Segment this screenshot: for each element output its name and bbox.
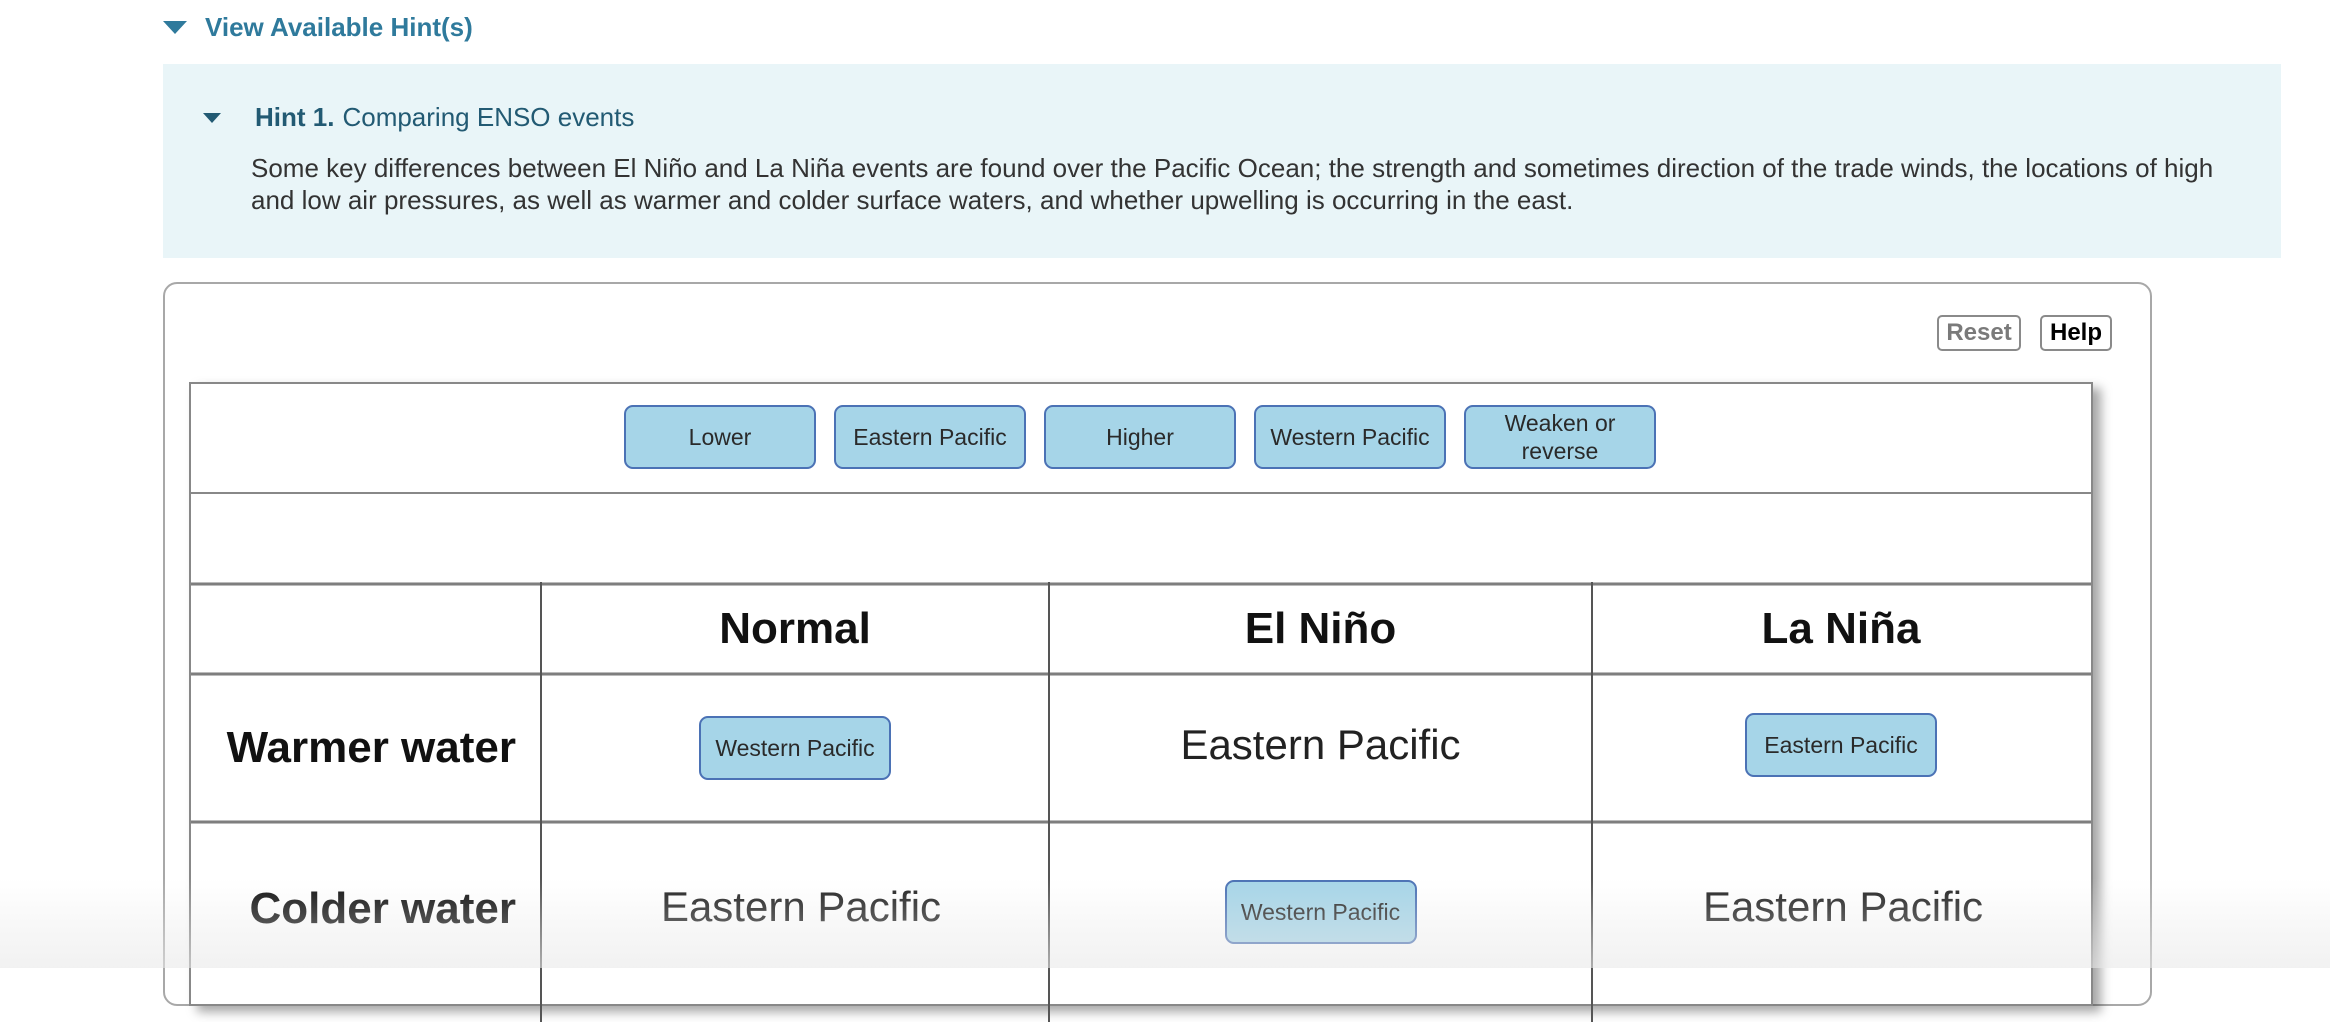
- caret-down-icon: [203, 112, 221, 123]
- label-chip[interactable]: Weaken or reverse: [1464, 405, 1656, 469]
- table-cell-given: Eastern Pacific: [1180, 721, 1461, 768]
- hint-title: Comparing ENSO events: [342, 102, 635, 132]
- hint-body: Some key differences between El Niño and…: [251, 153, 2214, 215]
- placed-label-chip[interactable]: Western Pacific: [1224, 880, 1417, 944]
- hint-panel: Hint 1. Comparing ENSO events Some key d…: [163, 64, 2281, 258]
- hint-number: Hint 1.: [255, 102, 335, 132]
- help-button[interactable]: Help: [2040, 315, 2112, 351]
- row-header-colder-water: Colder water: [249, 884, 516, 933]
- placed-label-chip[interactable]: Western Pacific: [699, 716, 891, 780]
- table-cell[interactable]: Western Pacific: [1050, 824, 1591, 1000]
- column-header-normal: Normal: [719, 604, 871, 653]
- table-cell[interactable]: Western Pacific: [542, 676, 1048, 820]
- label-chip[interactable]: Lower: [624, 405, 816, 469]
- placed-label-chip[interactable]: Eastern Pacific: [1745, 713, 1937, 777]
- label-chip[interactable]: Eastern Pacific: [834, 405, 1026, 469]
- view-hints-toggle[interactable]: View Available Hint(s): [163, 10, 473, 44]
- labeling-board: Lower Eastern Pacific Higher Western Pac…: [189, 382, 2093, 1022]
- enso-table: Normal El Niño La Niña Warmer water West…: [191, 582, 2091, 1022]
- caret-down-icon: [163, 20, 187, 34]
- label-chip[interactable]: Higher: [1044, 405, 1236, 469]
- table-cell[interactable]: Eastern Pacific: [1593, 676, 2089, 814]
- label-chip[interactable]: Western Pacific: [1254, 405, 1446, 469]
- hint-1-toggle[interactable]: Hint 1. Comparing ENSO events: [203, 102, 634, 133]
- label-bank: Lower Eastern Pacific Higher Western Pac…: [191, 384, 2091, 494]
- row-header-warmer-water: Warmer water: [226, 723, 516, 772]
- table-cell-given: Eastern Pacific: [660, 883, 942, 930]
- reset-button[interactable]: Reset: [1937, 315, 2021, 351]
- empty-drop-area: [191, 494, 2091, 582]
- column-header-el-nino: El Niño: [1244, 604, 1397, 653]
- view-hints-label: View Available Hint(s): [205, 11, 473, 42]
- column-header-la-nina: La Niña: [1761, 604, 1921, 653]
- table-cell-given: Eastern Pacific: [1702, 883, 1984, 930]
